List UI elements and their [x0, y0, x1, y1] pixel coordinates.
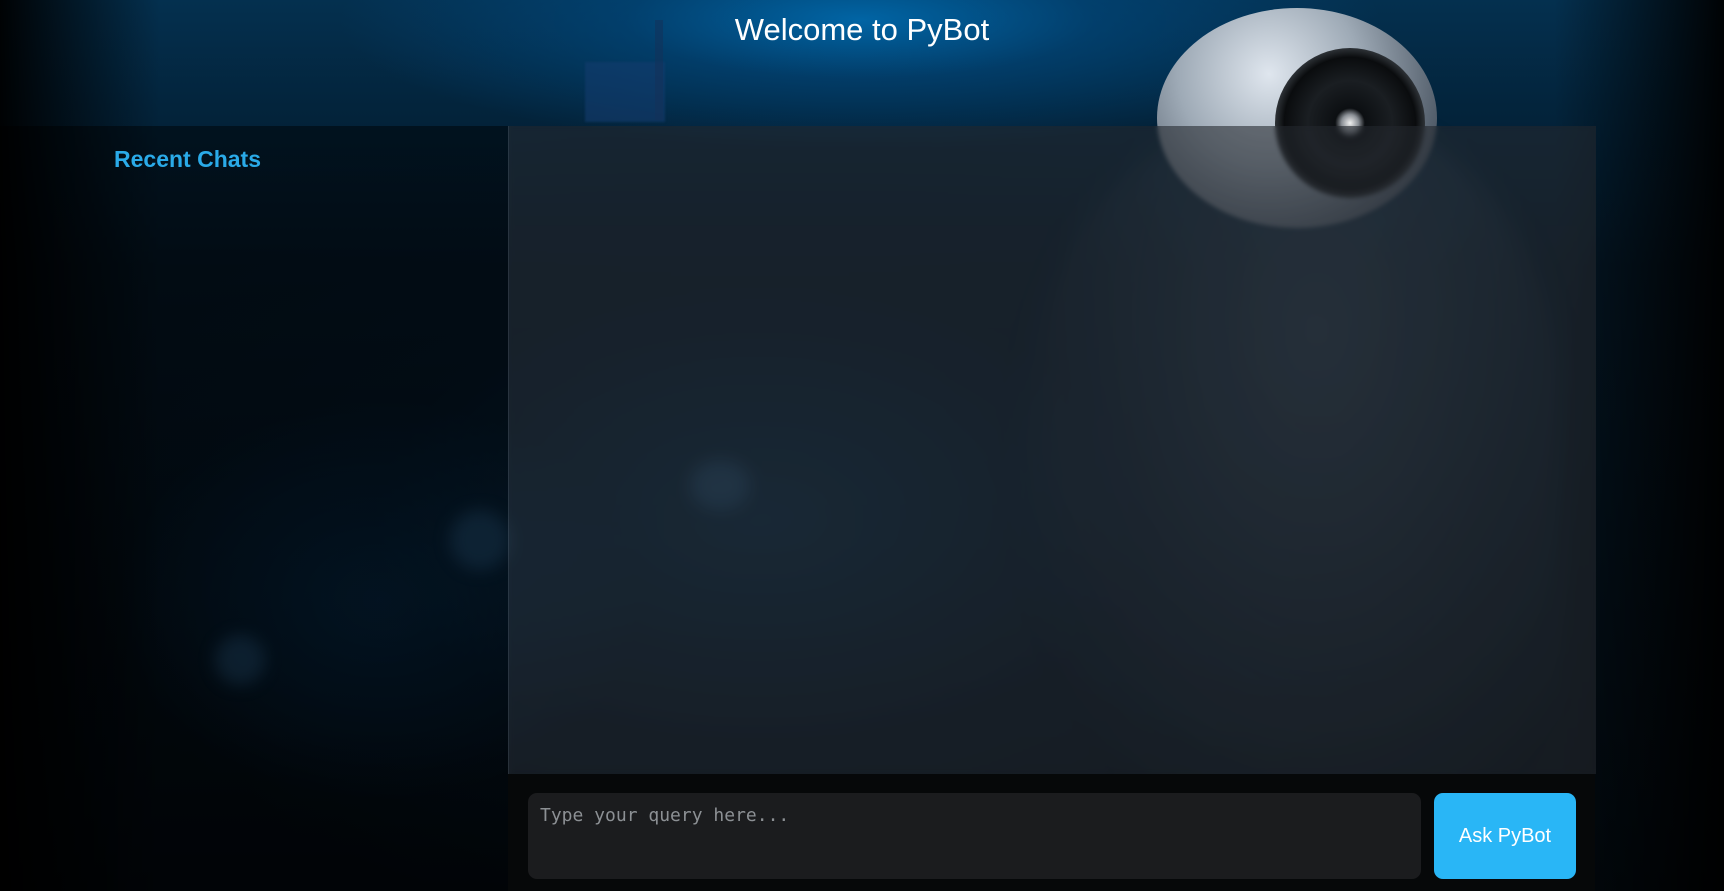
pybot-app: Welcome to PyBot Recent Chats Ask PyBot — [0, 0, 1724, 891]
ask-pybot-button[interactable]: Ask PyBot — [1434, 793, 1576, 879]
composer-bar: Ask PyBot — [508, 774, 1595, 891]
query-input[interactable] — [528, 793, 1421, 879]
recent-chats-sidebar: Recent Chats — [0, 126, 508, 891]
background-building — [585, 62, 665, 122]
chat-panel-overlay — [509, 126, 1596, 774]
chat-messages-panel[interactable] — [508, 126, 1596, 774]
recent-chats-heading: Recent Chats — [114, 146, 261, 172]
page-title: Welcome to PyBot — [734, 12, 990, 47]
